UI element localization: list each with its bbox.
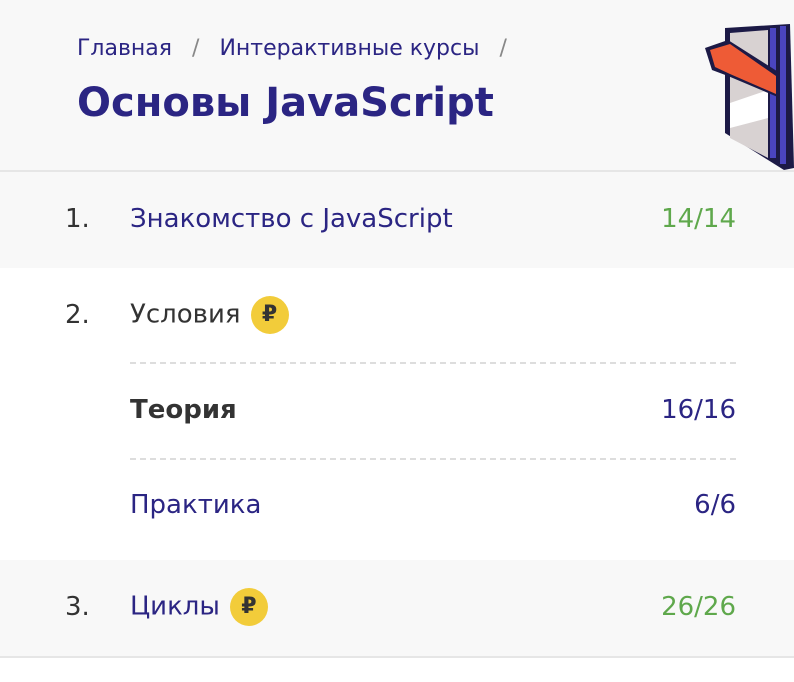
divider — [130, 458, 736, 460]
lesson-row[interactable]: 1. Знакомство с JavaScript 14/14 — [0, 172, 794, 268]
lesson-progress: 14/14 — [661, 204, 736, 234]
paid-badge-icon: ₽ — [250, 296, 289, 334]
sublesson-theory[interactable]: Теория — [130, 395, 237, 425]
lesson-row[interactable]: 3. Циклы ₽ 26/26 — [0, 560, 794, 658]
page-title: Основы JavaScript — [77, 80, 494, 126]
lesson-progress: 26/26 — [661, 592, 736, 622]
breadcrumb-courses[interactable]: Интерактивные курсы — [219, 36, 479, 61]
lesson-row: 2. Условия ₽ Теория 16/16 Практика 6/6 — [0, 268, 794, 560]
breadcrumb-home[interactable]: Главная — [77, 36, 172, 61]
paid-badge-icon: ₽ — [229, 588, 268, 626]
lesson-title[interactable]: Циклы ₽ — [130, 588, 268, 626]
lesson-title[interactable]: Знакомство с JavaScript — [130, 204, 453, 234]
breadcrumb: Главная / Интерактивные курсы / — [77, 36, 507, 61]
header: Главная / Интерактивные курсы / Основы Java… — [0, 0, 794, 172]
lesson-title: Условия ₽ — [130, 296, 289, 334]
sublesson-practice[interactable]: Практика — [130, 490, 261, 520]
course-logo-icon — [705, 24, 794, 170]
divider — [130, 362, 736, 364]
